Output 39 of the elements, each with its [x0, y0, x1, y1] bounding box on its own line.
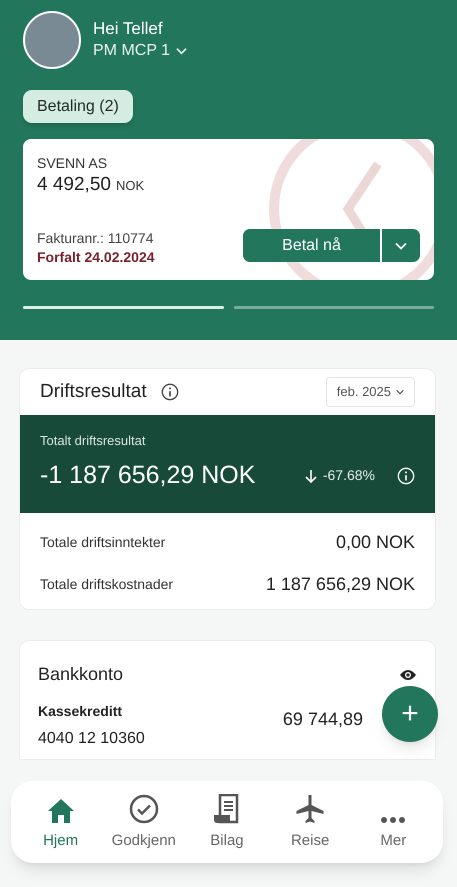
amount: 4 492,50 — [37, 173, 111, 197]
eye-icon[interactable] — [399, 668, 417, 680]
nav-tab[interactable]: Godkjenn — [106, 792, 182, 852]
chevron-down-icon — [396, 389, 404, 395]
payee-name: SVENN AS — [37, 154, 108, 172]
row-value: 0,00 NOK — [336, 531, 415, 554]
nav-tab[interactable]: Mer — [355, 792, 432, 852]
pay-options-button[interactable] — [382, 229, 420, 262]
invoice-number: Fakturanr.: 110774 — [37, 229, 154, 248]
receipt-icon — [212, 794, 241, 824]
chevron-down-icon — [176, 47, 188, 55]
airplane-icon — [295, 794, 326, 824]
card-title: Bankkonto — [38, 663, 124, 686]
greeting: Hei Tellef — [93, 18, 164, 40]
info-icon[interactable] — [160, 383, 179, 401]
change-percent: -67.68% — [322, 466, 375, 486]
row-label: Totale driftskostnader — [40, 575, 174, 594]
account-balance: 69 744,89 — [282, 708, 363, 731]
row-value: 1 187 656,29 NOK — [266, 573, 415, 596]
chevron-down-icon — [395, 242, 407, 250]
due-date: Forfalt 24.02.2024 — [37, 248, 155, 267]
nav-tab[interactable]: Reise — [272, 792, 348, 852]
account-name: Kassekreditt — [38, 702, 124, 720]
nav-tab[interactable]: Bilag — [188, 792, 265, 852]
card-title: Driftsresultat — [40, 380, 147, 404]
check-circle-icon — [128, 794, 159, 824]
period-selector[interactable]: feb. 2025 — [326, 377, 415, 407]
currency: NOK — [116, 177, 144, 195]
more-icon — [380, 816, 406, 824]
pay-now-button[interactable]: Betal nå — [243, 229, 380, 262]
company-selector[interactable]: PM MCP 1 — [93, 40, 188, 62]
arrow-down-icon — [304, 468, 317, 483]
row-label: Totale driftsinntekter — [40, 533, 166, 552]
home-icon — [46, 798, 75, 824]
account-number: 4040 12 10360 — [38, 729, 145, 749]
filter-chip[interactable]: Betaling (2) — [23, 90, 133, 123]
total-value: -1 187 656,29 NOK — [40, 460, 256, 491]
nav-tab[interactable]: Hjem — [22, 792, 99, 852]
total-label: Totalt driftsresultat — [40, 433, 146, 449]
